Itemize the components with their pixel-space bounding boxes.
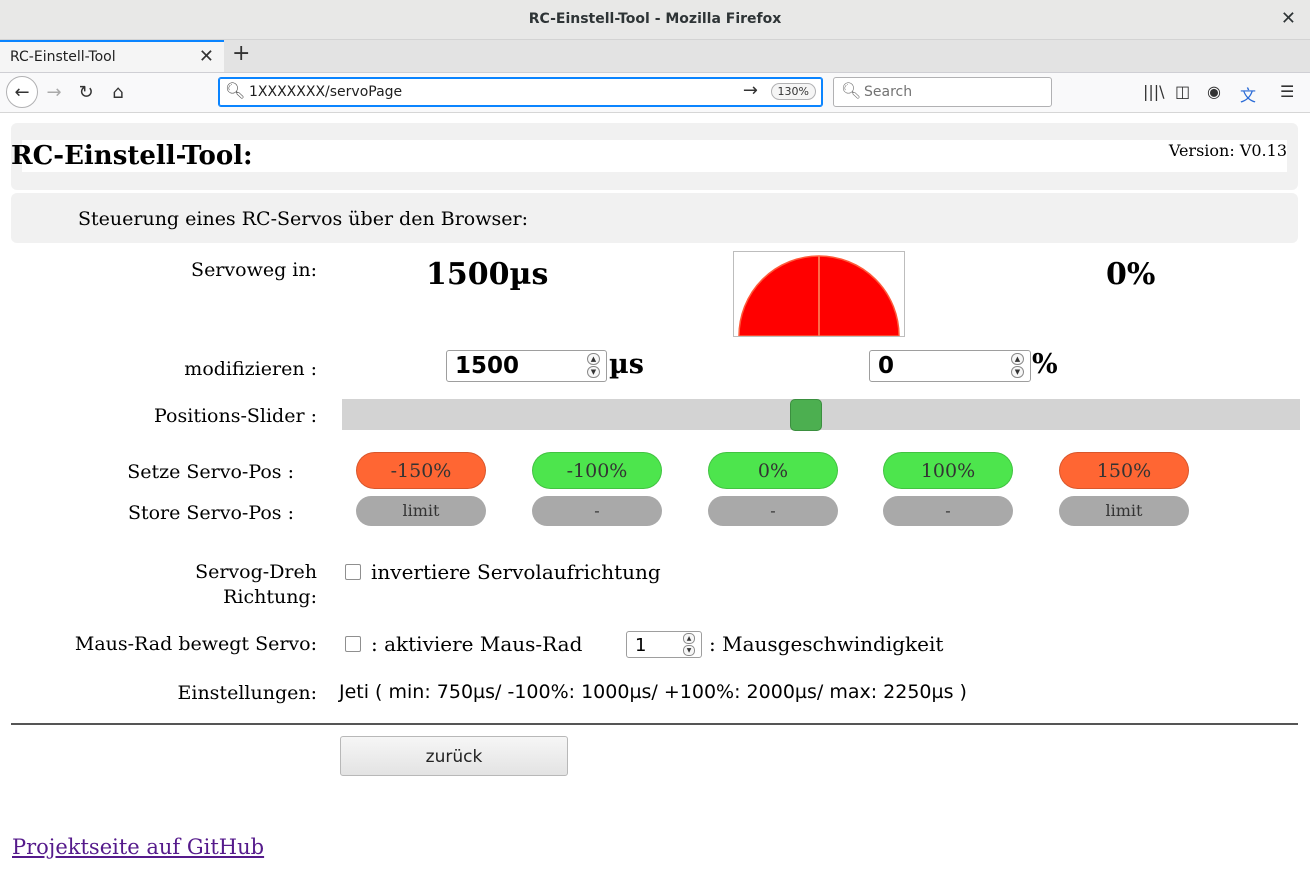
library-icon[interactable]: |||\: [1143, 82, 1165, 101]
store-pos-minus-150-button[interactable]: limit: [356, 496, 486, 526]
window-titlebar: RC-Einstell-Tool - Mozilla Firefox ✕: [0, 0, 1310, 40]
servoweg-label: Servoweg in:: [191, 259, 317, 281]
mouse-speed-value: 1: [635, 635, 647, 656]
settings-value: Jeti ( min: 750µs/ -100%: 1000µs/ +100%:…: [339, 681, 967, 703]
set-pos-minus-150-button[interactable]: -150%: [356, 452, 486, 489]
divider: [11, 723, 1298, 725]
spin-up-icon[interactable]: ▲: [587, 353, 600, 365]
mouse-speed-label: : Mausgeschwindigkeit: [709, 632, 944, 656]
search-icon: 🔍︎: [841, 81, 862, 100]
pulse-value: 1500µs: [426, 257, 549, 292]
spin-down-icon[interactable]: ▼: [1011, 366, 1024, 378]
store-pos-0-button[interactable]: -: [708, 496, 838, 526]
search-placeholder: Search: [864, 84, 913, 100]
percent-value: 0%: [1106, 257, 1156, 292]
store-pos-minus-100-button[interactable]: -: [532, 496, 662, 526]
reload-icon[interactable]: ↻: [72, 78, 100, 106]
page-content: RC-Einstell-Tool: Version: V0.13 Steueru…: [0, 113, 1310, 873]
direction-label-line1: Servog-Dreh: [195, 561, 317, 583]
settings-label: Einstellungen:: [177, 682, 318, 704]
navigation-toolbar: ← → ↻ ⌂ 🔍︎ 1XXXXXXX/servoPage → 130% 🔍︎ …: [0, 73, 1310, 113]
home-icon[interactable]: ⌂: [104, 78, 132, 106]
direction-label-line2: Richtung:: [223, 586, 317, 608]
mousewheel-label: Maus-Rad bewegt Servo:: [74, 633, 317, 655]
spin-up-icon[interactable]: ▲: [683, 633, 695, 644]
modify-label: modifizieren :: [184, 358, 317, 380]
position-slider-thumb[interactable]: [790, 399, 822, 431]
url-bar[interactable]: 🔍︎ 1XXXXXXX/servoPage → 130%: [218, 77, 823, 107]
gauge-semicircle: [738, 255, 900, 337]
zoom-level-badge[interactable]: 130%: [770, 83, 816, 100]
menu-icon[interactable]: ☰: [1280, 82, 1294, 101]
tab-bar: RC-Einstell-Tool ✕ +: [0, 40, 1310, 73]
mousewheel-checkbox[interactable]: [345, 636, 361, 652]
page-title: RC-Einstell-Tool:: [11, 141, 253, 171]
back-arrow-icon[interactable]: ←: [6, 76, 38, 108]
store-position-label: Store Servo-Pos :: [127, 502, 294, 524]
set-pos-0-button[interactable]: 0%: [708, 452, 838, 489]
spin-up-icon[interactable]: ▲: [1011, 353, 1024, 365]
back-button[interactable]: zurück: [340, 736, 568, 776]
percent-input[interactable]: 0 ▲ ▼: [869, 350, 1031, 382]
tab-rc-einstell-tool[interactable]: RC-Einstell-Tool ✕: [0, 40, 224, 72]
mouse-speed-input[interactable]: 1 ▲ ▼: [626, 631, 702, 658]
search-icon: 🔍︎: [225, 81, 246, 100]
new-tab-icon[interactable]: +: [232, 41, 250, 66]
invert-direction-label: invertiere Servolaufrichtung: [371, 560, 661, 584]
set-pos-150-button[interactable]: 150%: [1059, 452, 1189, 489]
percent-unit: %: [1032, 349, 1058, 380]
pulse-unit: µs: [609, 349, 644, 380]
slider-label: Positions-Slider :: [154, 405, 317, 427]
set-position-label: Setze Servo-Pos :: [127, 461, 294, 483]
translate-icon[interactable]: 文: [1240, 82, 1256, 106]
url-text[interactable]: 1XXXXXXX/servoPage: [249, 84, 402, 100]
tab-label: RC-Einstell-Tool: [10, 49, 116, 65]
set-pos-100-button[interactable]: 100%: [883, 452, 1013, 489]
forward-arrow-icon[interactable]: →: [40, 78, 68, 106]
tab-close-icon[interactable]: ✕: [199, 46, 214, 67]
servo-gauge: [733, 251, 905, 337]
set-pos-minus-100-button[interactable]: -100%: [532, 452, 662, 489]
window-close-icon[interactable]: ✕: [1281, 8, 1296, 29]
pulse-input-value: 1500: [455, 353, 520, 379]
sidebar-icon[interactable]: ◫: [1175, 82, 1190, 101]
spin-down-icon[interactable]: ▼: [683, 645, 695, 656]
search-input[interactable]: 🔍︎ Search: [833, 77, 1052, 107]
subtitle-box: Steuerung eines RC-Servos über den Brows…: [11, 193, 1298, 243]
store-pos-150-button[interactable]: limit: [1059, 496, 1189, 526]
invert-direction-checkbox[interactable]: [345, 564, 361, 580]
page-subtitle: Steuerung eines RC-Servos über den Brows…: [78, 208, 528, 230]
store-pos-100-button[interactable]: -: [883, 496, 1013, 526]
window-title: RC-Einstell-Tool - Mozilla Firefox: [528, 11, 782, 27]
pulse-input[interactable]: 1500 ▲ ▼: [446, 350, 607, 382]
github-project-link[interactable]: Projektseite auf GitHub: [12, 835, 264, 859]
spin-down-icon[interactable]: ▼: [587, 366, 600, 378]
go-arrow-icon[interactable]: →: [743, 80, 758, 101]
percent-input-value: 0: [878, 353, 895, 379]
account-icon[interactable]: ◉: [1207, 82, 1221, 101]
mousewheel-activate-label: : aktiviere Maus-Rad: [371, 632, 583, 656]
version-label: Version: V0.13: [1168, 141, 1287, 160]
